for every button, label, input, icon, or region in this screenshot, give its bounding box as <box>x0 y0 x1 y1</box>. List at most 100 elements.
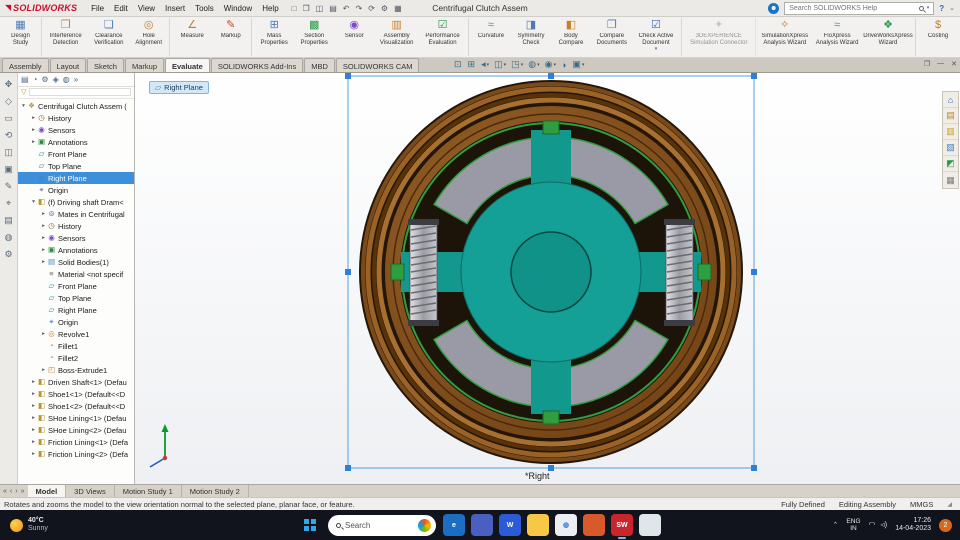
hole-alignment-button[interactable]: ◎ Hole Alignment <box>130 18 170 56</box>
file-properties-icon[interactable]: ▦ <box>391 4 405 13</box>
propertymanager-tab-icon[interactable]: ◔ <box>33 75 38 84</box>
command-tab[interactable]: SOLIDWORKS CAM <box>336 58 420 72</box>
study-tab[interactable]: 3D Views <box>66 485 115 497</box>
tree-item[interactable]: Front Plane <box>18 148 134 160</box>
dock-appearance-icon[interactable]: ◍ <box>5 232 13 242</box>
dimxpertmanager-tab-icon[interactable]: ◈ <box>53 75 59 84</box>
section-view-icon[interactable]: ◫▾ <box>492 59 508 70</box>
open-file-icon[interactable]: ❐ <box>300 4 313 13</box>
dock-section-icon[interactable]: ◫ <box>4 147 13 157</box>
expand-arrow-icon[interactable]: ▸ <box>40 211 47 217</box>
command-tab[interactable]: Assembly <box>2 58 49 72</box>
tree-item[interactable]: Right Plane <box>18 304 134 316</box>
expand-arrow-icon[interactable]: ▸ <box>30 379 37 385</box>
study-tab[interactable]: Model <box>28 485 67 497</box>
command-tab[interactable]: SOLIDWORKS Add-Ins <box>211 58 303 72</box>
rebuild-icon[interactable]: ⟳ <box>365 4 378 13</box>
help-search-input[interactable] <box>789 5 915 12</box>
expand-arrow-icon[interactable]: ▾ <box>30 199 37 205</box>
menu-item[interactable]: Insert <box>160 4 190 13</box>
tree-filter-input[interactable] <box>29 88 131 96</box>
expand-arrow-icon[interactable]: ▸ <box>30 127 37 133</box>
expand-arrow-icon[interactable]: ▸ <box>40 247 47 253</box>
tree-item[interactable]: ▸ Solid Bodies(1) <box>18 256 134 268</box>
check-active-document-button[interactable]: ☑ Check Active Document ▾ <box>633 18 683 56</box>
tree-item[interactable]: Front Plane <box>18 280 134 292</box>
redo-icon[interactable]: ↷ <box>353 4 366 13</box>
tree-item[interactable]: ▸ Mates in Centrifugal <box>18 208 134 220</box>
tree-item[interactable]: ▸ Sensors <box>18 232 134 244</box>
clutch-assembly-model[interactable] <box>135 73 960 484</box>
assembly-visualization-button[interactable]: ▥ Assembly Visualization <box>374 18 419 56</box>
compare-documents-button[interactable]: ❐ Compare Documents <box>591 18 633 56</box>
save-icon[interactable]: ◫ <box>313 4 327 13</box>
close-window-icon[interactable]: ✕ <box>951 60 957 68</box>
expand-arrow-icon[interactable]: ▸ <box>40 331 47 337</box>
design-library-tab-icon[interactable]: ▤ <box>943 108 958 124</box>
taskbar-app-notepad[interactable] <box>639 514 661 536</box>
command-tab[interactable]: Evaluate <box>165 58 210 72</box>
dock-rotate-icon[interactable]: ⟲ <box>5 130 13 140</box>
undo-icon[interactable]: ↶ <box>340 4 353 13</box>
minimize-window-icon[interactable]: — <box>937 60 944 68</box>
apply-scene-icon[interactable]: ▣▾ <box>570 59 586 70</box>
driveworksxpress-wizard-button[interactable]: ❖ DriveWorksXpress Wizard <box>863 18 916 56</box>
volume-icon[interactable]: ◃) <box>881 521 888 529</box>
expand-arrow-icon[interactable]: ▸ <box>30 115 37 121</box>
command-tab[interactable]: Markup <box>125 58 164 72</box>
tree-item[interactable]: Material <not specif <box>18 268 134 280</box>
zoom-area-icon[interactable]: ⊞ <box>466 59 479 70</box>
taskbar-app-word[interactable]: W <box>499 514 521 536</box>
expand-arrow-icon[interactable]: ▾ <box>20 103 27 109</box>
tree-item[interactable]: ▸ Annotations <box>18 244 134 256</box>
expand-arrow-icon[interactable]: ▸ <box>30 451 37 457</box>
previous-view-icon[interactable]: ◂▾ <box>479 59 491 70</box>
curvature-button[interactable]: ≈ Curvature <box>471 18 511 56</box>
study-tab[interactable]: Motion Study 1 <box>115 485 182 497</box>
view-orientation-icon[interactable]: ◳▾ <box>509 59 525 70</box>
tree-item[interactable]: Origin <box>18 184 134 196</box>
expand-arrow-icon[interactable]: ▸ <box>30 439 37 445</box>
tree-item[interactable]: ▾ Centrifugal Clutch Assem ( <box>18 100 134 112</box>
tree-item[interactable]: Fillet1 <box>18 340 134 352</box>
help-search[interactable]: ▾ <box>784 2 934 15</box>
options-icon[interactable]: ⚙ <box>378 4 391 13</box>
menu-item[interactable]: Tools <box>190 4 219 13</box>
print-icon[interactable]: ▤ <box>326 4 340 13</box>
file-explorer-tab-icon[interactable]: ▥ <box>943 124 958 140</box>
markup-button[interactable]: ✎ Markup <box>212 18 252 56</box>
3dexperience-simulation-connector-button[interactable]: ✦ 3DEXPERIENCE Simulation Connector <box>684 18 756 56</box>
network-icon[interactable]: ◠ <box>869 521 876 529</box>
expand-arrow-icon[interactable]: ▸ <box>30 403 37 409</box>
tree-item[interactable]: ▸ SHoe Lining<1> (Defau <box>18 412 134 424</box>
displaymanager-tab-icon[interactable]: ◍ <box>63 75 70 84</box>
symmetry-check-button[interactable]: ◨ Symmetry Check <box>511 18 551 56</box>
menu-item[interactable]: Edit <box>109 4 133 13</box>
tree-item[interactable]: Top Plane <box>18 160 134 172</box>
tree-item[interactable]: ▸ Annotations <box>18 136 134 148</box>
taskbar-search[interactable]: Search <box>328 515 436 536</box>
tree-item[interactable]: ▸ SHoe Lining<2> (Defau <box>18 424 134 436</box>
expand-tabs-icon[interactable]: » <box>74 75 78 84</box>
tree-item[interactable]: ▸ Sensors <box>18 124 134 136</box>
tree-item[interactable]: ▸ Driven Shaft<1> (Defau <box>18 376 134 388</box>
simulationxpress-analysis-wizard-button[interactable]: ✧ SimulationXpress Analysis Wizard <box>758 18 811 56</box>
user-avatar[interactable]: ☻ <box>768 3 779 14</box>
collapse-chevron-icon[interactable]: ⌄ <box>949 4 955 12</box>
dock-annotate-icon[interactable]: ✎ <box>5 181 13 191</box>
spring-left[interactable] <box>408 219 439 326</box>
tree-item[interactable]: ▸ History <box>18 112 134 124</box>
expand-arrow-icon[interactable]: ▸ <box>30 427 37 433</box>
taskbar-app-edge[interactable]: e <box>443 514 465 536</box>
dock-library-icon[interactable]: ▤ <box>4 215 13 225</box>
filter-icon[interactable]: ▽ <box>21 88 26 96</box>
status-units[interactable]: MMGS <box>910 500 933 509</box>
tree-item[interactable]: Right Plane <box>18 172 134 184</box>
last-tab-icon[interactable]: » <box>21 488 25 495</box>
dock-select-icon[interactable]: ◇ <box>5 96 12 106</box>
design-study-button[interactable]: ▦ Design Study <box>2 18 42 56</box>
start-button[interactable] <box>299 514 321 536</box>
tree-item[interactable]: ▸ Shoe1<2> (Default<<D <box>18 400 134 412</box>
help-icon[interactable]: ? <box>939 4 944 13</box>
edit-appearance-icon[interactable]: ◑ <box>559 60 569 70</box>
